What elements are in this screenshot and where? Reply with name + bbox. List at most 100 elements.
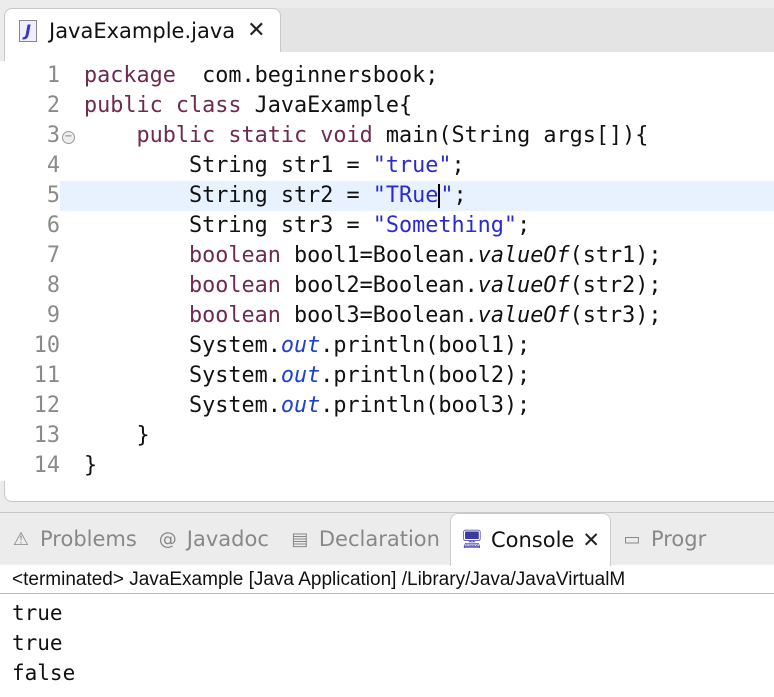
divider (0, 593, 774, 594)
code-token: JavaExample{ (241, 93, 413, 118)
code-token: public (136, 123, 216, 148)
code-token: void (320, 123, 373, 148)
code-text: } (84, 451, 97, 481)
code-token: boolean (188, 273, 281, 298)
code-token: .println(bool3); (320, 393, 531, 418)
line-number: 13 (0, 421, 60, 451)
code-token: package (84, 63, 176, 88)
code-text: String str1 = "true"; (84, 151, 465, 181)
code-line: 2 public class JavaExample{ (0, 91, 774, 121)
code-text: public static void main(String args[]){ (84, 121, 649, 151)
console-icon: 🖥 (460, 529, 484, 550)
line-number: 14 (0, 451, 60, 481)
code-line: 10 System.out.println(bool1); (0, 331, 774, 361)
tab-problems[interactable]: ⚠ Problems (0, 513, 147, 565)
tab-label: Progr (650, 527, 707, 551)
code-token: valueOf (477, 243, 570, 268)
code-text: package com.beginnersbook; (84, 61, 438, 91)
code-token: .println(bool2); (320, 363, 531, 388)
code-line: 4 String str1 = "true"; (0, 151, 774, 181)
code-text: String str3 = "Something"; (84, 211, 530, 241)
code-token: ; (451, 153, 465, 178)
fold-collapse-icon[interactable]: − (62, 131, 75, 144)
code-token: boolean (188, 243, 281, 268)
tab-label: Javadoc (186, 527, 269, 551)
editor-tab-bar: J JavaExample.java ✕ (4, 8, 774, 52)
code-token: out (280, 333, 321, 358)
line-number: 5 (0, 181, 60, 211)
code-token: " (440, 183, 454, 208)
line-number: 7 (0, 241, 60, 271)
code-token: bool3=Boolean. (280, 303, 478, 328)
code-token: out (280, 393, 321, 418)
code-line: 8 boolean bool2=Boolean.valueOf(str2); (0, 271, 774, 301)
tab-javadoc[interactable]: @ Javadoc (147, 513, 279, 565)
tab-label: Problems (40, 527, 137, 551)
tab-declaration[interactable]: ▤ Declaration (279, 513, 450, 565)
code-token: String str1 = (84, 153, 373, 178)
java-file-icon: J (19, 19, 37, 42)
code-token: } (84, 423, 150, 448)
tab-label: Console (490, 527, 575, 552)
tab-progr[interactable]: ▭ Progr (611, 513, 716, 565)
console-output-line: true (12, 601, 63, 625)
console-output-line: true (12, 631, 63, 655)
code-token: String str2 = (84, 183, 373, 208)
code-text: System.out.println(bool3); (84, 391, 530, 421)
code-token: static (228, 123, 308, 148)
code-token: (str1); (569, 243, 662, 268)
code-token: class (175, 93, 242, 118)
code-token: boolean (188, 303, 281, 328)
line-number: 8 (0, 271, 60, 301)
code-token: public (84, 93, 163, 118)
code-token: "true" (372, 153, 452, 178)
code-token: bool1=Boolean. (280, 243, 478, 268)
line-number: 9 (0, 301, 60, 331)
line-number: 3 (0, 121, 60, 151)
tab-console[interactable]: 🖥 Console ✕ (449, 512, 611, 566)
code-area[interactable]: 1 package com.beginnersbook; 2 public class… (0, 61, 774, 481)
code-token: com.beginnersbook; (175, 63, 439, 88)
declaration-icon: ▤ (291, 528, 309, 550)
tab-label: Declaration (318, 527, 440, 551)
code-text: } (84, 421, 150, 451)
code-token: } (84, 453, 98, 478)
code-token: System. (84, 333, 281, 358)
line-number: 6 (0, 211, 60, 241)
code-token: main(String args[]){ (372, 123, 649, 148)
console-header: <terminated> JavaExample [Java Applicati… (12, 569, 626, 590)
code-line: 14} (0, 451, 774, 481)
code-token: ; (517, 213, 531, 238)
line-number: 4 (0, 151, 60, 181)
code-text: public class JavaExample{ (84, 91, 412, 121)
tab-label: JavaExample.java (49, 18, 236, 43)
code-text: boolean bool2=Boolean.valueOf(str2); (84, 271, 661, 301)
code-line: 1 package com.beginnersbook; (0, 61, 774, 91)
code-token: bool2=Boolean. (280, 273, 478, 298)
code-token: "Something" (372, 213, 518, 238)
console-output-line: false (12, 661, 76, 685)
line-number: 2 (0, 91, 60, 121)
code-line: 6 String str3 = "Something"; (0, 211, 774, 241)
code-text: System.out.println(bool2); (84, 361, 530, 391)
problems-icon: ⚠ (12, 528, 30, 550)
at-icon: @ (158, 528, 177, 550)
line-number: 11 (0, 361, 60, 391)
close-icon[interactable]: ✕ (582, 528, 600, 552)
code-token: out (280, 363, 321, 388)
code-token: System. (84, 363, 281, 388)
code-text: boolean bool1=Boolean.valueOf(str1); (84, 241, 661, 271)
close-icon[interactable]: ✕ (247, 18, 265, 43)
code-line: 13 } (0, 421, 774, 451)
code-text: String str2 = "TRue"; (84, 181, 467, 211)
tab-java-example[interactable]: J JavaExample.java ✕ (4, 8, 281, 52)
code-token: "TRue (372, 183, 439, 208)
code-line: 3 public static void main(String args[])… (0, 121, 774, 151)
